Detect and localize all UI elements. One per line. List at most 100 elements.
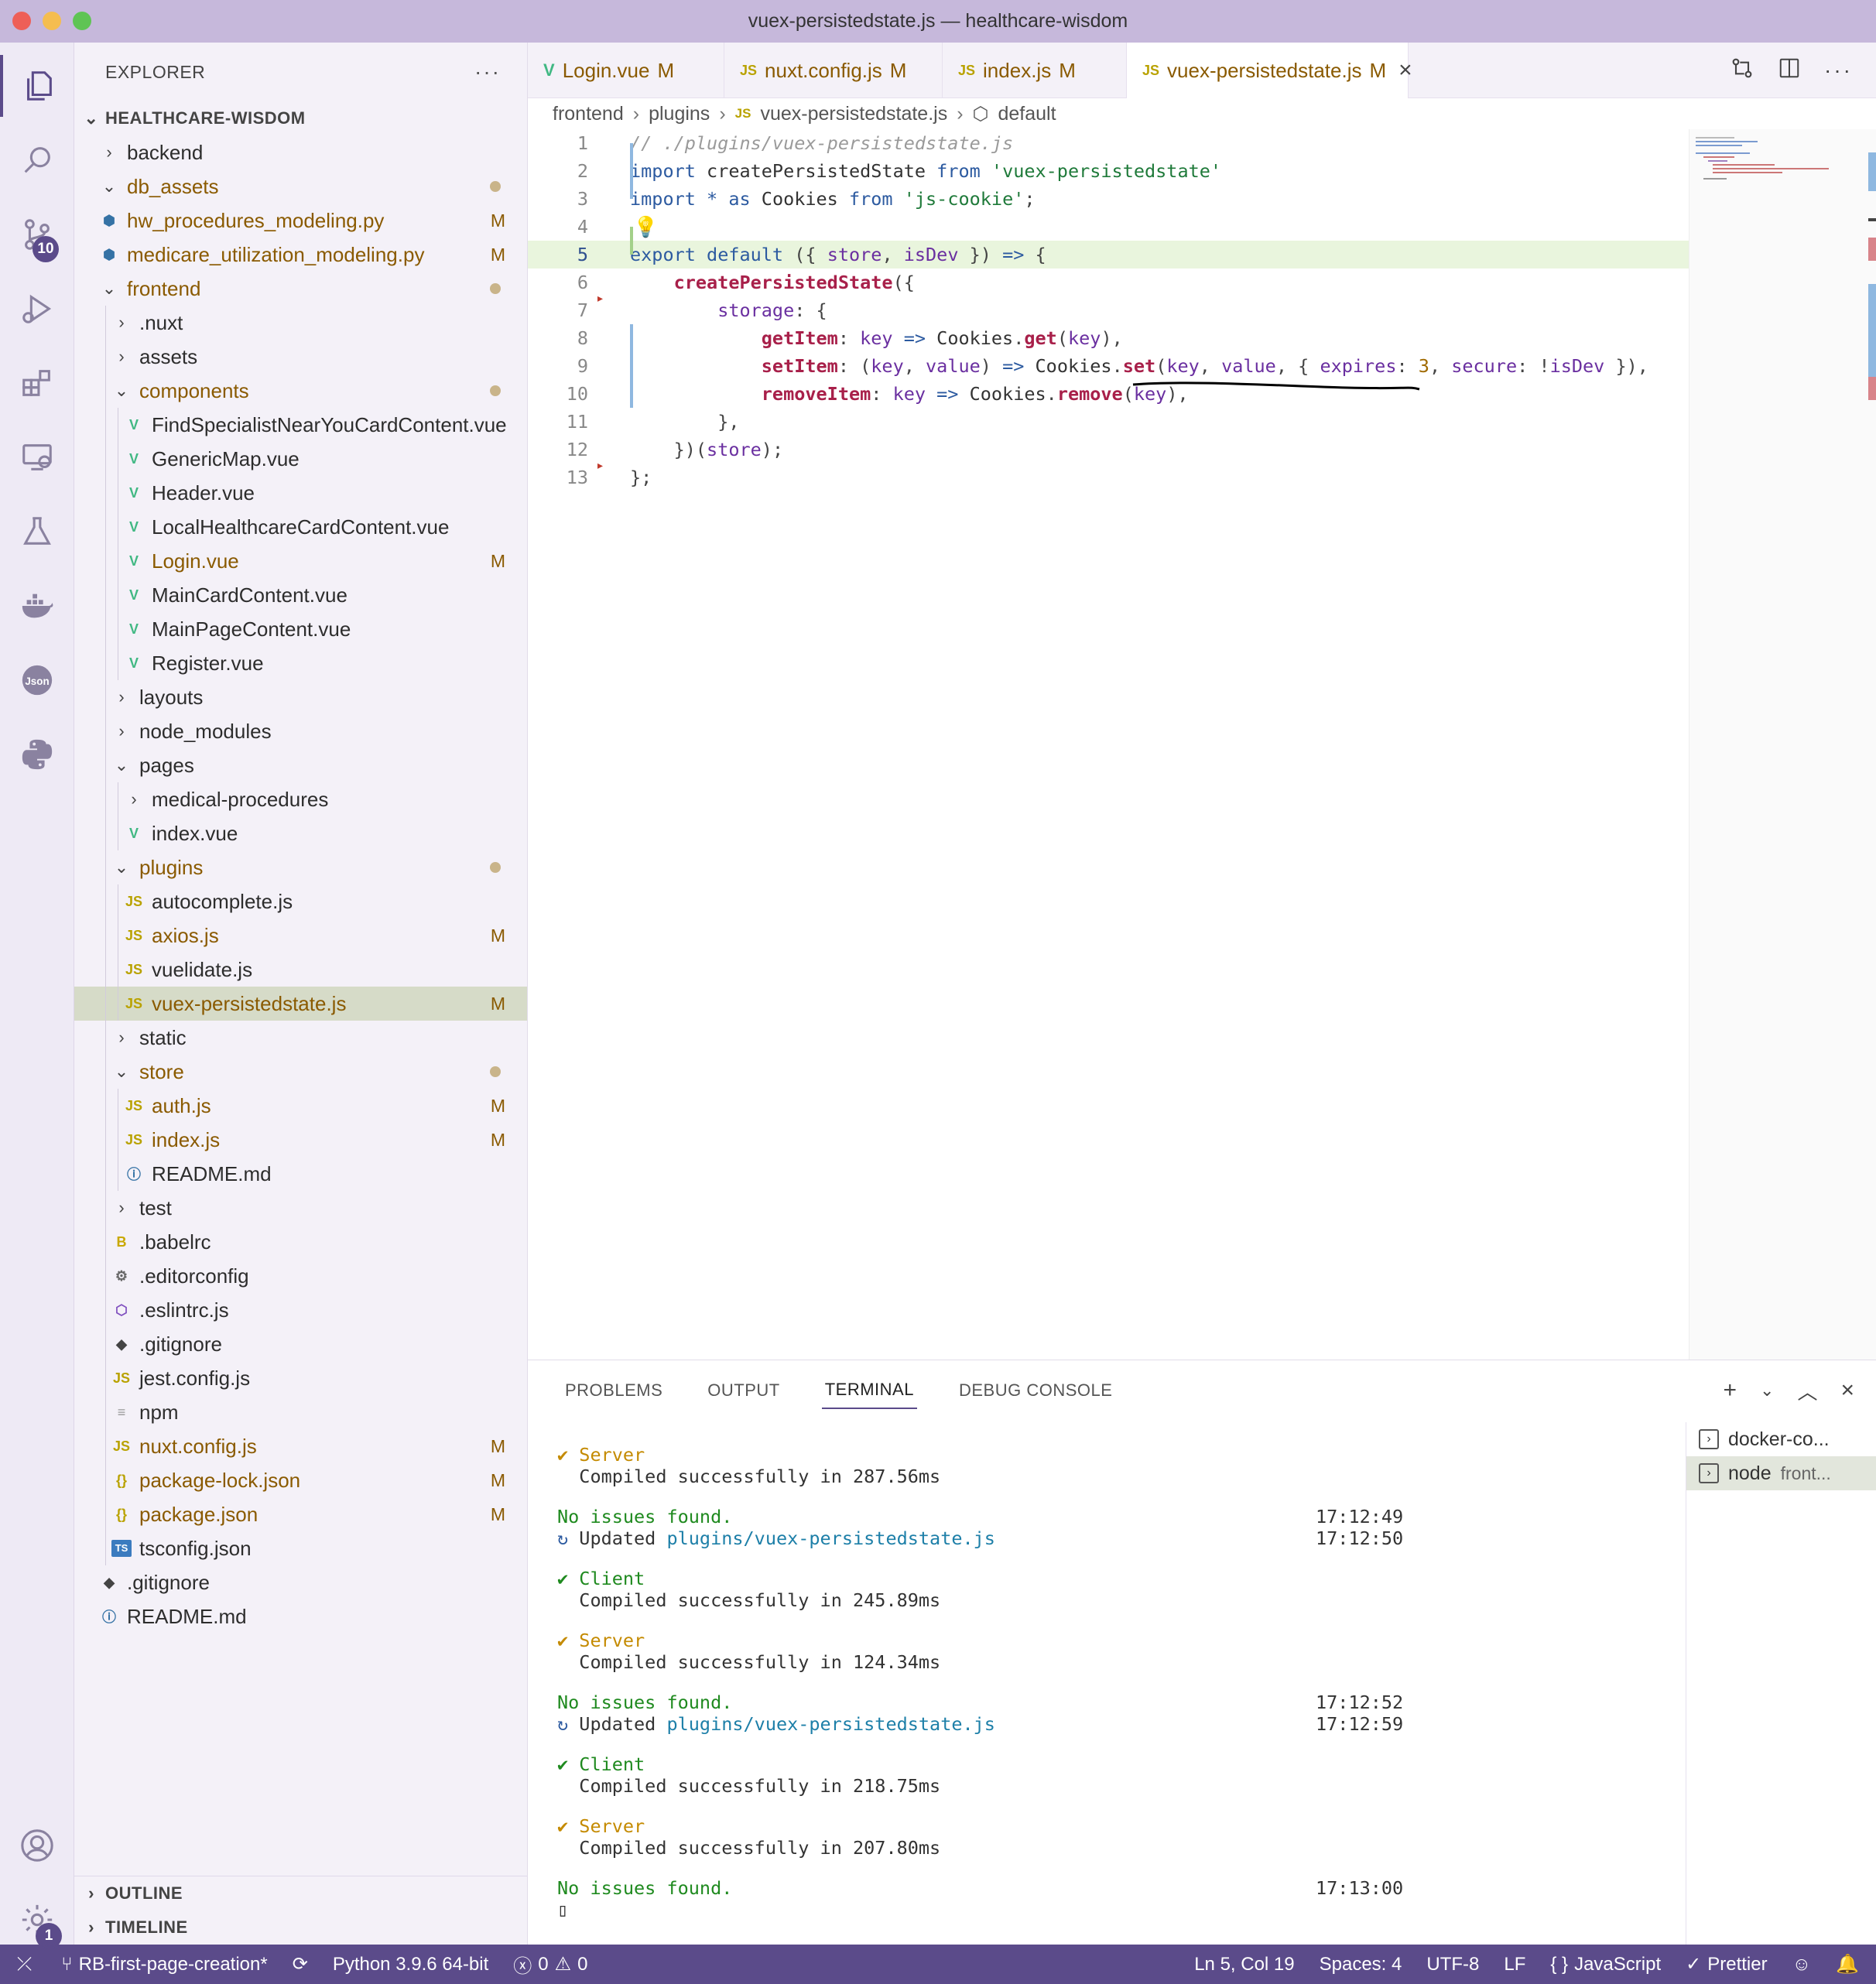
tree-folder[interactable]: ⌄ plugins: [74, 850, 527, 884]
tree-folder[interactable]: › .nuxt: [74, 306, 527, 340]
tree-folder[interactable]: ⌄ frontend: [74, 272, 527, 306]
python-interpreter[interactable]: Python 3.9.6 64-bit: [320, 1954, 501, 1975]
outline-section[interactable]: › OUTLINE: [74, 1876, 527, 1910]
terminal-instance[interactable]: › node front...: [1686, 1456, 1876, 1490]
tree-file[interactable]: JS vuex-persistedstate.js M: [74, 987, 527, 1021]
branch-indicator[interactable]: ⑂ RB-first-page-creation*: [49, 1954, 280, 1975]
panel-tab-terminal[interactable]: TERMINAL: [821, 1372, 917, 1409]
run-debug-activity-button[interactable]: [0, 278, 74, 340]
close-panel-button[interactable]: ×: [1840, 1377, 1854, 1404]
tree-file[interactable]: V Register.vue: [74, 646, 527, 680]
encoding[interactable]: UTF-8: [1414, 1954, 1491, 1975]
sync-button[interactable]: ⟳: [280, 1953, 320, 1975]
minimize-window-button[interactable]: [43, 12, 61, 30]
tree-file[interactable]: ⬢ medicare_utilization_modeling.py M: [74, 238, 527, 272]
tree-folder[interactable]: › node_modules: [74, 714, 527, 748]
open-changes-button[interactable]: [1730, 56, 1754, 86]
tree-folder[interactable]: › medical-procedures: [74, 782, 527, 816]
tree-file[interactable]: ⓘ README.md: [74, 1157, 527, 1191]
lightbulb-icon[interactable]: 💡: [633, 215, 658, 239]
tree-file[interactable]: ◆ .gitignore: [74, 1565, 527, 1599]
terminal-instance[interactable]: › docker-co...: [1686, 1422, 1876, 1456]
cursor-position[interactable]: Ln 5, Col 19: [1182, 1954, 1306, 1975]
tree-file[interactable]: JS autocomplete.js: [74, 884, 527, 918]
editor-tab[interactable]: V Login.vue M: [528, 43, 724, 98]
tree-file[interactable]: V MainCardContent.vue: [74, 578, 527, 612]
editor-tab[interactable]: JS index.js M: [943, 43, 1127, 98]
tree-file[interactable]: B .babelrc: [74, 1225, 527, 1259]
panel-tab-debug-console[interactable]: DEBUG CONSOLE: [956, 1373, 1115, 1408]
terminal-segment[interactable]: plugins/vuex-persistedstate.js: [666, 1527, 994, 1549]
problems-indicator[interactable]: ⓧ 0 ⚠ 0: [501, 1951, 600, 1978]
search-activity-button[interactable]: [0, 129, 74, 191]
language-mode[interactable]: { } JavaScript: [1538, 1954, 1673, 1975]
tree-file[interactable]: V Login.vue M: [74, 544, 527, 578]
tree-file[interactable]: V GenericMap.vue: [74, 442, 527, 476]
code-editor[interactable]: 1 // ./plugins/vuex-persistedstate.js 2 imp…: [528, 129, 1689, 1360]
tree-file[interactable]: JS index.js M: [74, 1123, 527, 1157]
tree-folder[interactable]: › layouts: [74, 680, 527, 714]
tree-folder[interactable]: › backend: [74, 135, 527, 169]
tree-folder[interactable]: › static: [74, 1021, 527, 1055]
tree-file[interactable]: ⬡ .eslintrc.js: [74, 1293, 527, 1327]
python-activity-button[interactable]: [0, 723, 74, 785]
panel-tab-problems[interactable]: PROBLEMS: [562, 1373, 666, 1408]
tree-folder[interactable]: ⌄ store: [74, 1055, 527, 1089]
tree-file[interactable]: ≡ npm: [74, 1395, 527, 1429]
tree-folder[interactable]: ⌄ components: [74, 374, 527, 408]
terminal-output[interactable]: ✔ Server Compiled successfully in 287.56…: [557, 1444, 1656, 1939]
notifications-button[interactable]: 🔔: [1823, 1953, 1876, 1975]
remote-explorer-activity-button[interactable]: [0, 426, 74, 488]
tree-file[interactable]: V MainPageContent.vue: [74, 612, 527, 646]
tree-file[interactable]: ◆ .gitignore: [74, 1327, 527, 1361]
extensions-activity-button[interactable]: [0, 352, 74, 414]
prettier-status[interactable]: ✓ Prettier: [1673, 1953, 1779, 1975]
editor-tab[interactable]: JS vuex-persistedstate.js M ×: [1127, 43, 1412, 98]
new-terminal-button[interactable]: +: [1723, 1377, 1737, 1404]
tree-file[interactable]: ⓘ README.md: [74, 1599, 527, 1633]
breadcrumb-item[interactable]: frontend: [553, 103, 624, 125]
tree-file[interactable]: JS auth.js M: [74, 1089, 527, 1123]
chevron-down-icon[interactable]: ⌄: [1760, 1380, 1774, 1401]
tree-file[interactable]: Vindex.vue: [74, 816, 527, 850]
explorer-activity-button[interactable]: [0, 55, 74, 117]
more-actions-button[interactable]: ···: [1824, 58, 1853, 83]
breadcrumb-item[interactable]: plugins: [649, 103, 710, 125]
maximize-panel-button[interactable]: ︿: [1797, 1377, 1817, 1405]
remote-indicator[interactable]: ⤫: [0, 1954, 49, 1975]
panel-tab-output[interactable]: OUTPUT: [704, 1373, 782, 1408]
docker-activity-button[interactable]: [0, 575, 74, 637]
accounts-activity-button[interactable]: [0, 1815, 74, 1876]
tree-folder[interactable]: ⌄ pages: [74, 748, 527, 782]
testing-activity-button[interactable]: [0, 501, 74, 563]
minimap[interactable]: [1689, 129, 1876, 1360]
tree-file[interactable]: ⚙ .editorconfig: [74, 1259, 527, 1293]
source-control-activity-button[interactable]: 10: [0, 204, 74, 265]
tree-file[interactable]: V FindSpecialistNearYouCardContent.vue: [74, 408, 527, 442]
tree-file[interactable]: JS axios.js M: [74, 918, 527, 953]
tree-folder[interactable]: › test: [74, 1191, 527, 1225]
manage-activity-button[interactable]: 1: [0, 1889, 74, 1951]
tree-file[interactable]: TS tsconfig.json: [74, 1531, 527, 1565]
json-activity-button[interactable]: Json: [0, 649, 74, 711]
tree-folder[interactable]: ⌄ db_assets: [74, 169, 527, 204]
breadcrumb-item[interactable]: vuex-persistedstate.js: [760, 103, 947, 125]
tree-file[interactable]: {} package.json M: [74, 1497, 527, 1531]
tree-file[interactable]: JS jest.config.js: [74, 1361, 527, 1395]
breadcrumb-item[interactable]: default: [998, 103, 1056, 125]
split-editor-button[interactable]: [1778, 56, 1801, 85]
explorer-more-button[interactable]: ···: [474, 60, 501, 84]
close-window-button[interactable]: [12, 12, 31, 30]
tree-file[interactable]: JS vuelidate.js: [74, 953, 527, 987]
tree-file[interactable]: JS nuxt.config.js M: [74, 1429, 527, 1463]
end-of-line[interactable]: LF: [1491, 1954, 1538, 1975]
tree-file[interactable]: V Header.vue: [74, 476, 527, 510]
indentation[interactable]: Spaces: 4: [1307, 1954, 1415, 1975]
tree-file[interactable]: ⬢ hw_procedures_modeling.py M: [74, 204, 527, 238]
tree-folder[interactable]: › assets: [74, 340, 527, 374]
timeline-section[interactable]: › TIMELINE: [74, 1910, 527, 1945]
editor-tab[interactable]: JS nuxt.config.js M: [724, 43, 943, 98]
feedback-button[interactable]: ☺: [1780, 1954, 1824, 1975]
tree-file[interactable]: {} package-lock.json M: [74, 1463, 527, 1497]
maximize-window-button[interactable]: [73, 12, 91, 30]
